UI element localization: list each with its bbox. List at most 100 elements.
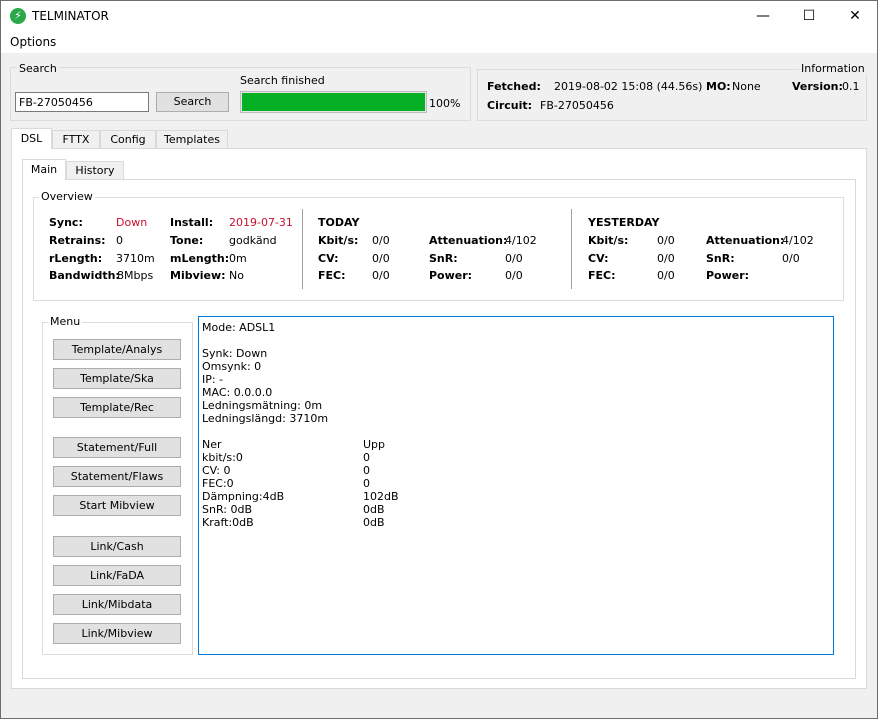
bandwidth-value: 8Mbps: [117, 269, 154, 282]
yesterday-cv-label: CV:: [588, 252, 609, 265]
tab-templates[interactable]: Templates: [156, 130, 228, 149]
today-kbits-value: 0/0: [372, 234, 390, 247]
output-table-cell: 0dB: [363, 516, 385, 529]
output-line: IP: -: [202, 373, 224, 386]
tab-config[interactable]: Config: [100, 130, 156, 149]
progress-label: 100%: [429, 97, 461, 110]
title-bar: ⚡ TELMINATOR — ☐ ✕: [1, 1, 877, 31]
today-attenuation-label: Attenuation:: [429, 234, 508, 247]
link-fada-button[interactable]: Link/FaDA: [53, 565, 181, 586]
statement-full-button[interactable]: Statement/Full: [53, 437, 181, 458]
statement-flaws-button[interactable]: Statement/Flaws: [53, 466, 181, 487]
link-mibview-button[interactable]: Link/Mibview: [53, 623, 181, 644]
overview-separator-2: [571, 209, 572, 289]
yesterday-cv-value: 0/0: [657, 252, 675, 265]
menu-bar: Options: [1, 31, 877, 53]
output-table-cell: CV: 0: [202, 464, 231, 477]
install-value: 2019-07-31: [229, 216, 293, 229]
maximize-button[interactable]: ☐: [786, 1, 832, 31]
retrains-label: Retrains:: [49, 234, 106, 247]
sync-label: Sync:: [49, 216, 83, 229]
output-table-cell: Dämpning:4dB: [202, 490, 285, 503]
start-mibview-button[interactable]: Start Mibview: [53, 495, 181, 516]
tab-fttx[interactable]: FTTX: [52, 130, 100, 149]
information-group-label: Information: [799, 62, 867, 75]
output-line: Synk: Down: [202, 347, 268, 360]
output-table-cell: 102dB: [363, 490, 399, 503]
information-group: [477, 69, 867, 121]
template-analys-button[interactable]: Template/Analys: [53, 339, 181, 360]
output-line: Ledningslängd: 3710m: [202, 412, 329, 425]
mlength-value: 0m: [229, 252, 247, 265]
yesterday-snr-value: 0/0: [782, 252, 800, 265]
template-ska-button[interactable]: Template/Ska: [53, 368, 181, 389]
subtab-main[interactable]: Main: [22, 159, 66, 180]
circuit-value: FB-27050456: [540, 99, 614, 112]
rlength-value: 3710m: [116, 252, 155, 265]
today-snr-value: 0/0: [505, 252, 523, 265]
output-table-cell: 0: [363, 477, 370, 490]
search-button[interactable]: Search: [156, 92, 229, 112]
yesterday-attenuation-value: 4/102: [782, 234, 814, 247]
overview-group-label: Overview: [39, 190, 95, 203]
version-label: Version:: [792, 80, 843, 93]
output-table-cell: Kraft:0dB: [202, 516, 254, 529]
overview-group: [33, 197, 844, 301]
output-table-cell: 0: [363, 464, 370, 477]
output-table-cell: Upp: [363, 438, 386, 451]
yesterday-attenuation-label: Attenuation:: [706, 234, 785, 247]
sync-value: Down: [116, 216, 148, 229]
today-cv-value: 0/0: [372, 252, 390, 265]
fetched-label: Fetched:: [487, 80, 541, 93]
today-attenuation-value: 4/102: [505, 234, 537, 247]
retrains-value: 0: [116, 234, 123, 247]
install-label: Install:: [170, 216, 214, 229]
mlength-label: mLength:: [170, 252, 230, 265]
link-mibdata-button[interactable]: Link/Mibdata: [53, 594, 181, 615]
circuit-label: Circuit:: [487, 99, 533, 112]
search-progress-fill: [242, 93, 425, 111]
search-group-label: Search: [17, 62, 59, 75]
output-line: Ledningsmätning: 0m: [202, 399, 323, 412]
mibview-value: No: [229, 269, 244, 282]
today-kbits-label: Kbit/s:: [318, 234, 359, 247]
mibview-label: Mibview:: [170, 269, 226, 282]
today-fec-value: 0/0: [372, 269, 390, 282]
today-heading: TODAY: [318, 216, 360, 229]
tab-dsl[interactable]: DSL: [11, 128, 52, 149]
version-value: 0.1: [842, 80, 860, 93]
output-table-cell: SnR: 0dB: [202, 503, 252, 516]
output-line: MAC: 0.0.0.0: [202, 386, 273, 399]
search-input[interactable]: [15, 92, 149, 112]
yesterday-snr-label: SnR:: [706, 252, 735, 265]
output-table-cell: Ner: [202, 438, 222, 451]
template-rec-button[interactable]: Template/Rec: [53, 397, 181, 418]
search-progress: [240, 91, 427, 113]
mo-label: MO:: [706, 80, 731, 93]
today-cv-label: CV:: [318, 252, 339, 265]
yesterday-fec-value: 0/0: [657, 269, 675, 282]
close-button[interactable]: ✕: [832, 1, 878, 31]
bandwidth-label: Bandwidth:: [49, 269, 120, 282]
yesterday-kbits-value: 0/0: [657, 234, 675, 247]
output-table-cell: 0: [363, 451, 370, 464]
subtab-history[interactable]: History: [66, 161, 124, 180]
today-power-value: 0/0: [505, 269, 523, 282]
tone-value: godkänd: [229, 234, 277, 247]
output-mode: Mode: ADSL1: [202, 321, 276, 334]
overview-separator: [302, 209, 303, 289]
today-snr-label: SnR:: [429, 252, 458, 265]
mo-value: None: [732, 80, 761, 93]
link-cash-button[interactable]: Link/Cash: [53, 536, 181, 557]
output-line: Omsynk: 0: [202, 360, 262, 373]
menu-options[interactable]: Options: [10, 35, 56, 49]
yesterday-kbits-label: Kbit/s:: [588, 234, 629, 247]
today-power-label: Power:: [429, 269, 473, 282]
output-textarea[interactable]: Mode: ADSL1 Synk: Down Omsynk: 0 IP: - M…: [198, 316, 834, 655]
yesterday-power-label: Power:: [706, 269, 750, 282]
lightning-icon: ⚡: [10, 8, 26, 24]
fetched-value: 2019-08-02 15:08 (44.56s): [554, 80, 703, 93]
menu-group-label: Menu: [48, 315, 83, 328]
minimize-button[interactable]: —: [740, 1, 786, 31]
rlength-label: rLength:: [49, 252, 103, 265]
